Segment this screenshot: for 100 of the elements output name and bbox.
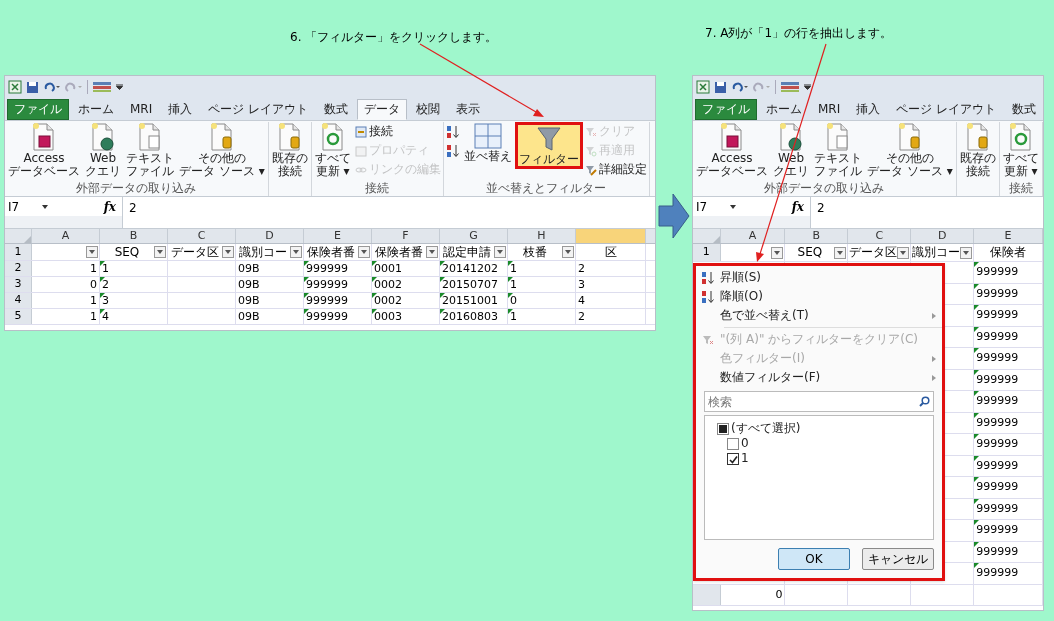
table-cell: 999999 — [976, 330, 1019, 343]
table-cell: 09B — [238, 310, 260, 323]
ribbon-button[interactable]: テキスト ファイル — [812, 122, 864, 178]
table-cell: 1 — [90, 262, 97, 275]
row-header[interactable]: 2 — [5, 261, 32, 276]
ribbon-group-label: 外部データの取り込み — [76, 182, 197, 196]
ribbon-button[interactable]: すべて 更新 ▾ — [312, 122, 353, 178]
table-cell: 999999 — [976, 266, 1019, 279]
table-cell: 999999 — [976, 481, 1019, 494]
ribbon-button[interactable]: Access データベース — [6, 122, 82, 178]
ribbon-tab[interactable]: 表示 — [449, 99, 488, 120]
table-cell: 1 — [90, 310, 97, 323]
ribbon-tab[interactable]: ページ レイアウト — [201, 99, 316, 120]
table-cell: 識別コー — [239, 245, 287, 259]
table-cell: 999999 — [976, 373, 1019, 386]
table-cell: 3 — [102, 294, 109, 307]
table-cell: 20160803 — [442, 310, 498, 323]
table-cell: 999999 — [306, 278, 348, 291]
search-field[interactable]: 検索 — [704, 391, 934, 412]
table-cell: 2 — [578, 310, 585, 323]
table-cell: 09B — [238, 278, 260, 291]
table-cell: 999999 — [976, 524, 1019, 537]
ribbon-group-label: 接続 — [365, 182, 390, 196]
ribbon-tab[interactable]: ファイル — [7, 99, 69, 120]
ribbon-tab[interactable]: 挿入 — [849, 99, 888, 120]
row-header[interactable]: 4 — [5, 293, 32, 308]
ribbon-tab[interactable]: 数式 — [1005, 99, 1043, 120]
ribbon-tab[interactable]: ファイル — [695, 99, 757, 120]
table-cell: 2 — [102, 278, 109, 291]
ribbon-tab[interactable]: 数式 — [317, 99, 356, 120]
table-cell: 4 — [578, 294, 585, 307]
table-cell: 999999 — [976, 502, 1019, 515]
ribbon-button[interactable]: Access データベース — [694, 122, 770, 178]
table-cell: 1 — [102, 262, 109, 275]
name-box[interactable]: I7 — [696, 197, 726, 216]
table-cell: 999999 — [976, 287, 1019, 300]
table-cell: 保険者番 — [307, 245, 355, 259]
row-header[interactable]: 3 — [5, 277, 32, 292]
table-cell: データ区 — [848, 246, 897, 259]
table-cell: 1 — [510, 310, 517, 323]
table-cell: SEQ — [797, 246, 823, 259]
ribbon-tab[interactable]: ホーム — [71, 99, 121, 120]
menu-item[interactable]: 色で並べ替え(T) — [696, 306, 942, 325]
table-cell: 1 — [510, 262, 517, 275]
row-header[interactable]: 1 — [5, 244, 32, 260]
ribbon-tab[interactable]: データ — [357, 99, 408, 120]
ribbon-group-label: 接続 — [1008, 182, 1033, 196]
ribbon-button[interactable]: フィルター — [514, 122, 583, 169]
filter-value[interactable]: 1 — [741, 452, 749, 465]
table-cell: 999999 — [976, 438, 1019, 451]
table-cell: 保険者 — [990, 246, 1027, 259]
ribbon-tab[interactable]: MRI — [123, 99, 160, 120]
table-cell: 0 — [775, 588, 783, 601]
ribbon-group-label: 並べ替えとフィルター — [486, 182, 607, 196]
ribbon-button[interactable]: その他の データ ソース ▾ — [177, 122, 267, 178]
ribbon-tab[interactable]: 校閲 — [409, 99, 448, 120]
table-cell: 識別コー — [911, 246, 960, 259]
function-label[interactable]: fx — [103, 197, 119, 216]
dialog-button[interactable]: キャンセル — [862, 548, 934, 570]
table-cell: 999999 — [976, 545, 1019, 558]
table-cell: 枝番 — [523, 245, 547, 259]
table-cell: 0002 — [374, 294, 402, 307]
table-cell: 20151001 — [442, 294, 498, 307]
ribbon-tab[interactable]: ページ レイアウト — [889, 99, 1004, 120]
name-box[interactable]: I7 — [8, 197, 38, 216]
table-cell: 20150707 — [442, 278, 498, 291]
filter-value[interactable]: 0 — [741, 437, 749, 450]
table-cell: 0 — [510, 294, 517, 307]
menu-item[interactable]: 降順(O) — [696, 287, 942, 306]
ribbon-button[interactable]: 並べ替え — [461, 122, 514, 163]
table-cell: SEQ — [114, 245, 140, 259]
menu-item[interactable]: 昇順(S) — [696, 268, 942, 287]
ribbon-button[interactable]: テキスト ファイル — [124, 122, 176, 178]
table-cell: 3 — [578, 278, 585, 291]
row-header[interactable]: 5 — [5, 309, 32, 324]
ribbon-button[interactable]: 接続 — [353, 122, 442, 141]
table-cell: データ区 — [171, 245, 219, 259]
table-cell: 999999 — [976, 352, 1019, 365]
function-label[interactable]: fx — [791, 197, 807, 216]
ribbon-button[interactable]: 詳細設定 — [583, 160, 648, 179]
ribbon-button[interactable]: Web クエリ — [83, 122, 123, 178]
dialog-button[interactable]: OK — [778, 548, 850, 570]
step-caption: 7. A列が「1」の行を抽出します。 — [705, 25, 893, 42]
table-cell: 1 — [90, 294, 97, 307]
ribbon-tab[interactable]: 挿入 — [161, 99, 200, 120]
table-cell: 0002 — [374, 278, 402, 291]
table-cell: 999999 — [976, 567, 1019, 580]
table-cell: 0001 — [374, 262, 402, 275]
filter-value[interactable]: (すべて選択) — [731, 422, 801, 435]
ribbon-button[interactable]: 既存の 接続 — [957, 122, 998, 178]
row-header[interactable]: 1 — [693, 244, 721, 261]
menu-item[interactable]: 数値フィルター(F) — [696, 368, 942, 387]
ribbon-button[interactable]: 既存の 接続 — [269, 122, 310, 178]
formula-text: 2 — [128, 200, 137, 217]
ribbon-button[interactable]: その他の データ ソース ▾ — [865, 122, 955, 178]
table-cell: 保険者番 — [375, 245, 423, 259]
table-cell: 4 — [102, 310, 109, 323]
ribbon-tab[interactable]: MRI — [811, 99, 848, 120]
ribbon-tab[interactable]: ホーム — [759, 99, 809, 120]
ribbon-button[interactable]: すべて 更新 ▾ — [1000, 122, 1041, 178]
